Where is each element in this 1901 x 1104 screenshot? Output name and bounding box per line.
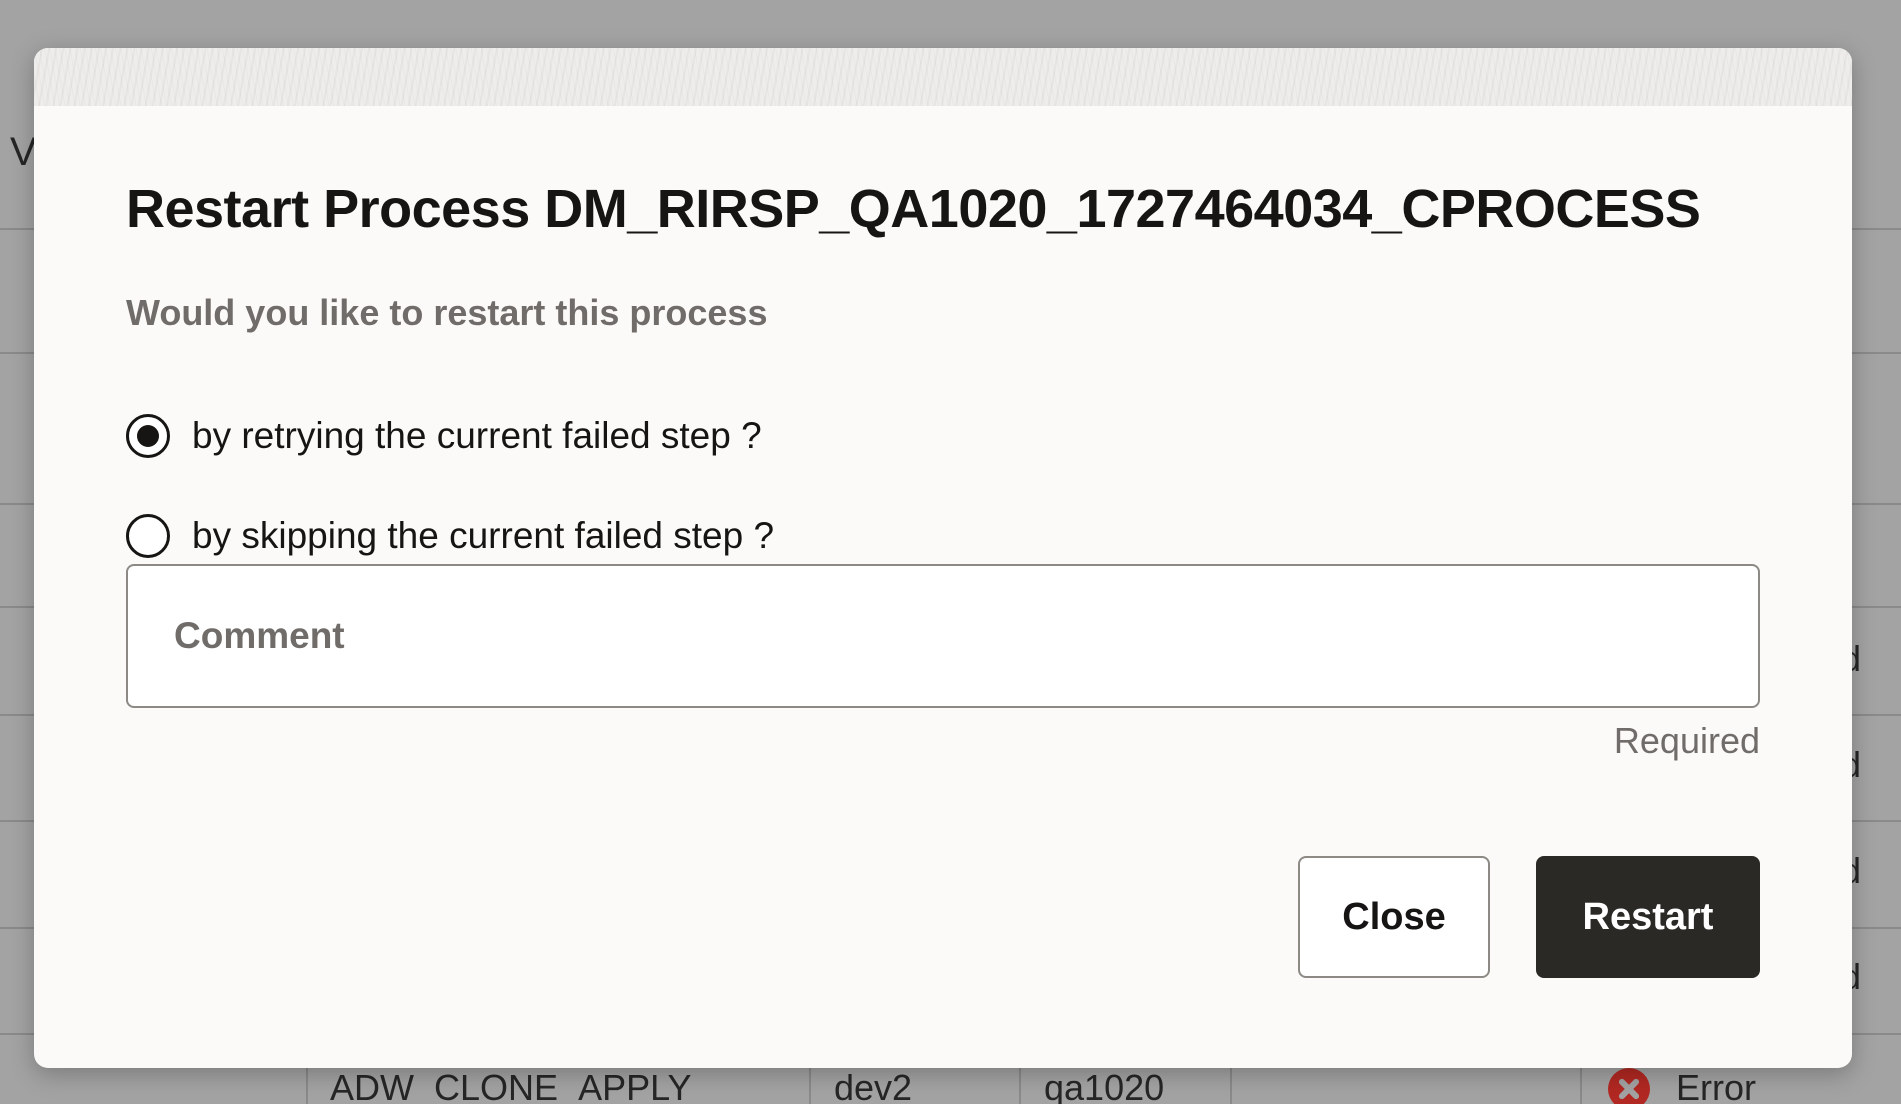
dialog-title: Restart Process DM_RIRSP_QA1020_17274640…: [126, 179, 1701, 239]
background-heading-fragment: V: [10, 130, 37, 174]
dialog-header-band: [34, 48, 1852, 106]
row-pod: qa1020: [1044, 1067, 1165, 1104]
restart-process-dialog: Restart Process DM_RIRSP_QA1020_17274640…: [34, 48, 1852, 1068]
restart-prompt: Would you like to restart this process: [126, 292, 768, 333]
option-skip-label: by skipping the current failed step ?: [192, 515, 775, 556]
radio-unselected-icon[interactable]: [126, 514, 170, 558]
close-button[interactable]: Close: [1298, 856, 1490, 978]
restart-button[interactable]: Restart: [1536, 856, 1760, 978]
error-icon: [1608, 1068, 1650, 1104]
row-environment: dev2: [834, 1067, 913, 1104]
option-retry-label: by retrying the current failed step ?: [192, 415, 762, 456]
option-retry-failed-step[interactable]: by retrying the current failed step ?: [126, 414, 762, 458]
option-skip-failed-step[interactable]: by skipping the current failed step ?: [126, 514, 774, 558]
comment-field[interactable]: [126, 564, 1760, 708]
row-status: Error: [1676, 1067, 1756, 1104]
required-hint: Required: [1613, 720, 1760, 761]
radio-selected-icon[interactable]: [126, 414, 170, 458]
comment-input[interactable]: [128, 566, 1758, 706]
row-process-name: ADW_CLONE_APPLY: [330, 1067, 692, 1104]
